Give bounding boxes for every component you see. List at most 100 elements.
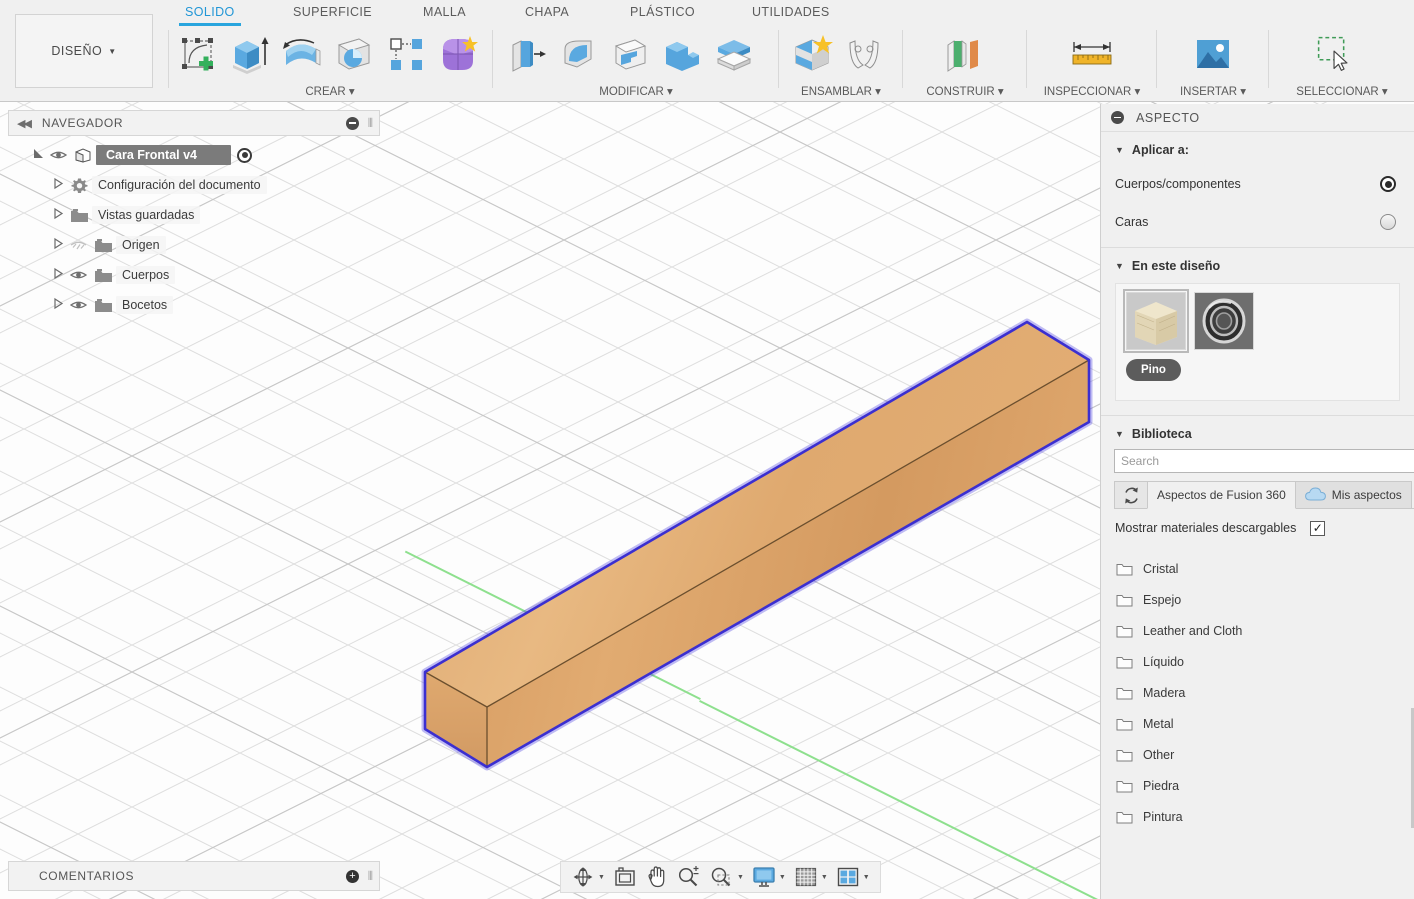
minimize-icon[interactable]	[1111, 111, 1124, 124]
folder-liquido[interactable]: Líquido	[1101, 646, 1414, 677]
show-downloadable-row[interactable]: Mostrar materiales descargables ✓	[1101, 509, 1414, 547]
construction-plane-icon[interactable]	[939, 28, 991, 80]
split-face-icon[interactable]	[708, 28, 760, 80]
option-caras[interactable]: Caras	[1101, 203, 1414, 241]
plus-circle-icon[interactable]: +	[346, 869, 359, 883]
toolbar-group-label-crear[interactable]: CREAR ▾	[172, 84, 488, 98]
eye-visible-icon[interactable]	[46, 149, 70, 161]
folder-leather-and-cloth[interactable]: Leather and Cloth	[1101, 615, 1414, 646]
show-downloadable-checkbox[interactable]: ✓	[1310, 520, 1326, 536]
sweep-icon[interactable]	[328, 28, 380, 80]
chevron-down-icon[interactable]: ▼	[779, 874, 786, 881]
folder-icon	[1116, 779, 1133, 793]
pino-wood-swatch[interactable]	[1123, 289, 1189, 353]
tree-item-cuerpos[interactable]: Cuerpos	[8, 260, 380, 290]
chevron-down-icon[interactable]: ▼	[598, 874, 605, 881]
appearance-chip-pino[interactable]: Pino	[1126, 359, 1181, 381]
joint-icon[interactable]	[838, 28, 890, 80]
toolbar-group-label-construir[interactable]: CONSTRUIR ▾	[910, 84, 1020, 98]
section-aplicar-a[interactable]: ▼ Aplicar a:	[1101, 132, 1414, 165]
viewports-icon[interactable]: ▼	[832, 863, 874, 891]
display-settings-icon[interactable]: ▼	[748, 863, 790, 891]
tab-solido[interactable]: SOLIDO	[179, 5, 241, 26]
zoom-window-icon[interactable]: ▼	[704, 863, 748, 891]
tab-chapa[interactable]: CHAPA	[525, 5, 569, 19]
pattern-icon[interactable]	[380, 28, 432, 80]
chevron-down-icon[interactable]: ▼	[821, 874, 828, 881]
twisty-closed-icon[interactable]	[50, 237, 66, 253]
tree-item-configuracion[interactable]: Configuración del documento	[8, 170, 380, 200]
twisty-closed-icon[interactable]	[50, 207, 66, 223]
minimize-icon[interactable]	[346, 116, 359, 130]
radio-caras[interactable]	[1380, 214, 1396, 230]
toolbar-group-label-ensamblar[interactable]: ENSAMBLAR ▾	[786, 84, 896, 98]
zoom-icon[interactable]	[672, 863, 704, 891]
tree-item-origen[interactable]: Origen	[8, 230, 380, 260]
extrude-icon[interactable]	[224, 28, 276, 80]
folder-espejo[interactable]: Espejo	[1101, 584, 1414, 615]
activate-radio-icon[interactable]	[237, 147, 253, 163]
twisty-open-icon[interactable]	[30, 147, 46, 163]
eye-hidden-icon[interactable]	[66, 238, 90, 252]
folder-label: Other	[1143, 747, 1175, 762]
twisty-closed-icon[interactable]	[50, 267, 66, 283]
folder-madera[interactable]: Madera	[1101, 677, 1414, 708]
folder-metal[interactable]: Metal	[1101, 708, 1414, 739]
tree-item-vistas-guardadas[interactable]: Vistas guardadas	[8, 200, 380, 230]
new-component-icon[interactable]	[786, 28, 838, 80]
toolbar-group-label-inspeccionar[interactable]: INSPECCIONAR ▾	[1034, 84, 1150, 98]
folder-piedra[interactable]: Piedra	[1101, 770, 1414, 801]
section-biblioteca[interactable]: ▼ Biblioteca	[1101, 416, 1414, 449]
folder-cristal[interactable]: Cristal	[1101, 553, 1414, 584]
tab-superficie[interactable]: SUPERFICIE	[293, 5, 372, 19]
measure-icon[interactable]	[1066, 28, 1118, 80]
library-tab-mis-aspectos[interactable]: Mis aspectos	[1294, 481, 1412, 508]
insert-image-icon[interactable]	[1187, 28, 1239, 80]
refresh-icon[interactable]	[1114, 481, 1148, 508]
option-label: Cuerpos/componentes	[1115, 177, 1241, 191]
shell-icon[interactable]	[604, 28, 656, 80]
look-at-icon[interactable]	[609, 863, 641, 891]
eye-visible-icon[interactable]	[66, 299, 90, 311]
create-sketch-icon[interactable]	[172, 28, 224, 80]
press-pull-icon[interactable]	[500, 28, 552, 80]
chevron-down-icon[interactable]: ▼	[863, 874, 870, 881]
grip-icon[interactable]: ⦀	[368, 116, 373, 131]
radio-cuerpos-componentes[interactable]	[1380, 176, 1396, 192]
workspace-switcher-button[interactable]: DISEÑO ▼	[15, 14, 153, 88]
eye-visible-icon[interactable]	[66, 269, 90, 281]
folder-pintura[interactable]: Pintura	[1101, 801, 1414, 832]
section-en-este-diseno[interactable]: ▼ En este diseño	[1101, 248, 1414, 281]
pan-hand-icon[interactable]	[641, 863, 672, 891]
workspace-switcher-label: DISEÑO	[51, 44, 103, 58]
fillet-icon[interactable]	[552, 28, 604, 80]
toolbar-group-label-seleccionar[interactable]: SELECCIONAR ▾	[1276, 84, 1408, 98]
tree-item-bocetos[interactable]: Bocetos	[8, 290, 380, 320]
window-select-icon[interactable]	[1309, 28, 1361, 80]
folder-other[interactable]: Other	[1101, 739, 1414, 770]
grid-snaps-icon[interactable]: ▼	[790, 863, 832, 891]
chevron-down-icon[interactable]: ▼	[737, 874, 744, 881]
tab-malla[interactable]: MALLA	[423, 5, 466, 19]
combine-icon[interactable]	[656, 28, 708, 80]
option-cuerpos-componentes[interactable]: Cuerpos/componentes	[1101, 165, 1414, 203]
tree-item-cara-frontal[interactable]: Cara Frontal v4	[8, 140, 380, 170]
collapse-left-icon[interactable]: ◀◀	[17, 117, 32, 130]
twisty-closed-icon[interactable]	[50, 177, 66, 193]
library-tab-fusion360[interactable]: Aspectos de Fusion 360	[1147, 481, 1296, 509]
metal-swatch[interactable]	[1194, 292, 1254, 350]
section-title: Biblioteca	[1131, 427, 1192, 441]
form-icon[interactable]	[432, 28, 484, 80]
toolbar-divider	[1156, 30, 1157, 88]
grip-icon[interactable]: ⦀	[368, 869, 373, 884]
twisty-closed-icon[interactable]	[50, 297, 66, 313]
revolve-icon[interactable]	[276, 28, 328, 80]
toolbar-group-label-insertar[interactable]: INSERTAR ▾	[1164, 84, 1262, 98]
toolbar-divider	[1026, 30, 1027, 88]
orbit-icon[interactable]: ▼	[567, 863, 609, 891]
tab-plastico[interactable]: PLÁSTICO	[630, 5, 695, 19]
search-input[interactable]	[1114, 449, 1414, 473]
comments-panel[interactable]: COMENTARIOS + ⦀	[8, 861, 380, 891]
toolbar-group-label-modificar[interactable]: MODIFICAR ▾	[500, 84, 772, 98]
tab-utilidades[interactable]: UTILIDADES	[752, 5, 830, 19]
